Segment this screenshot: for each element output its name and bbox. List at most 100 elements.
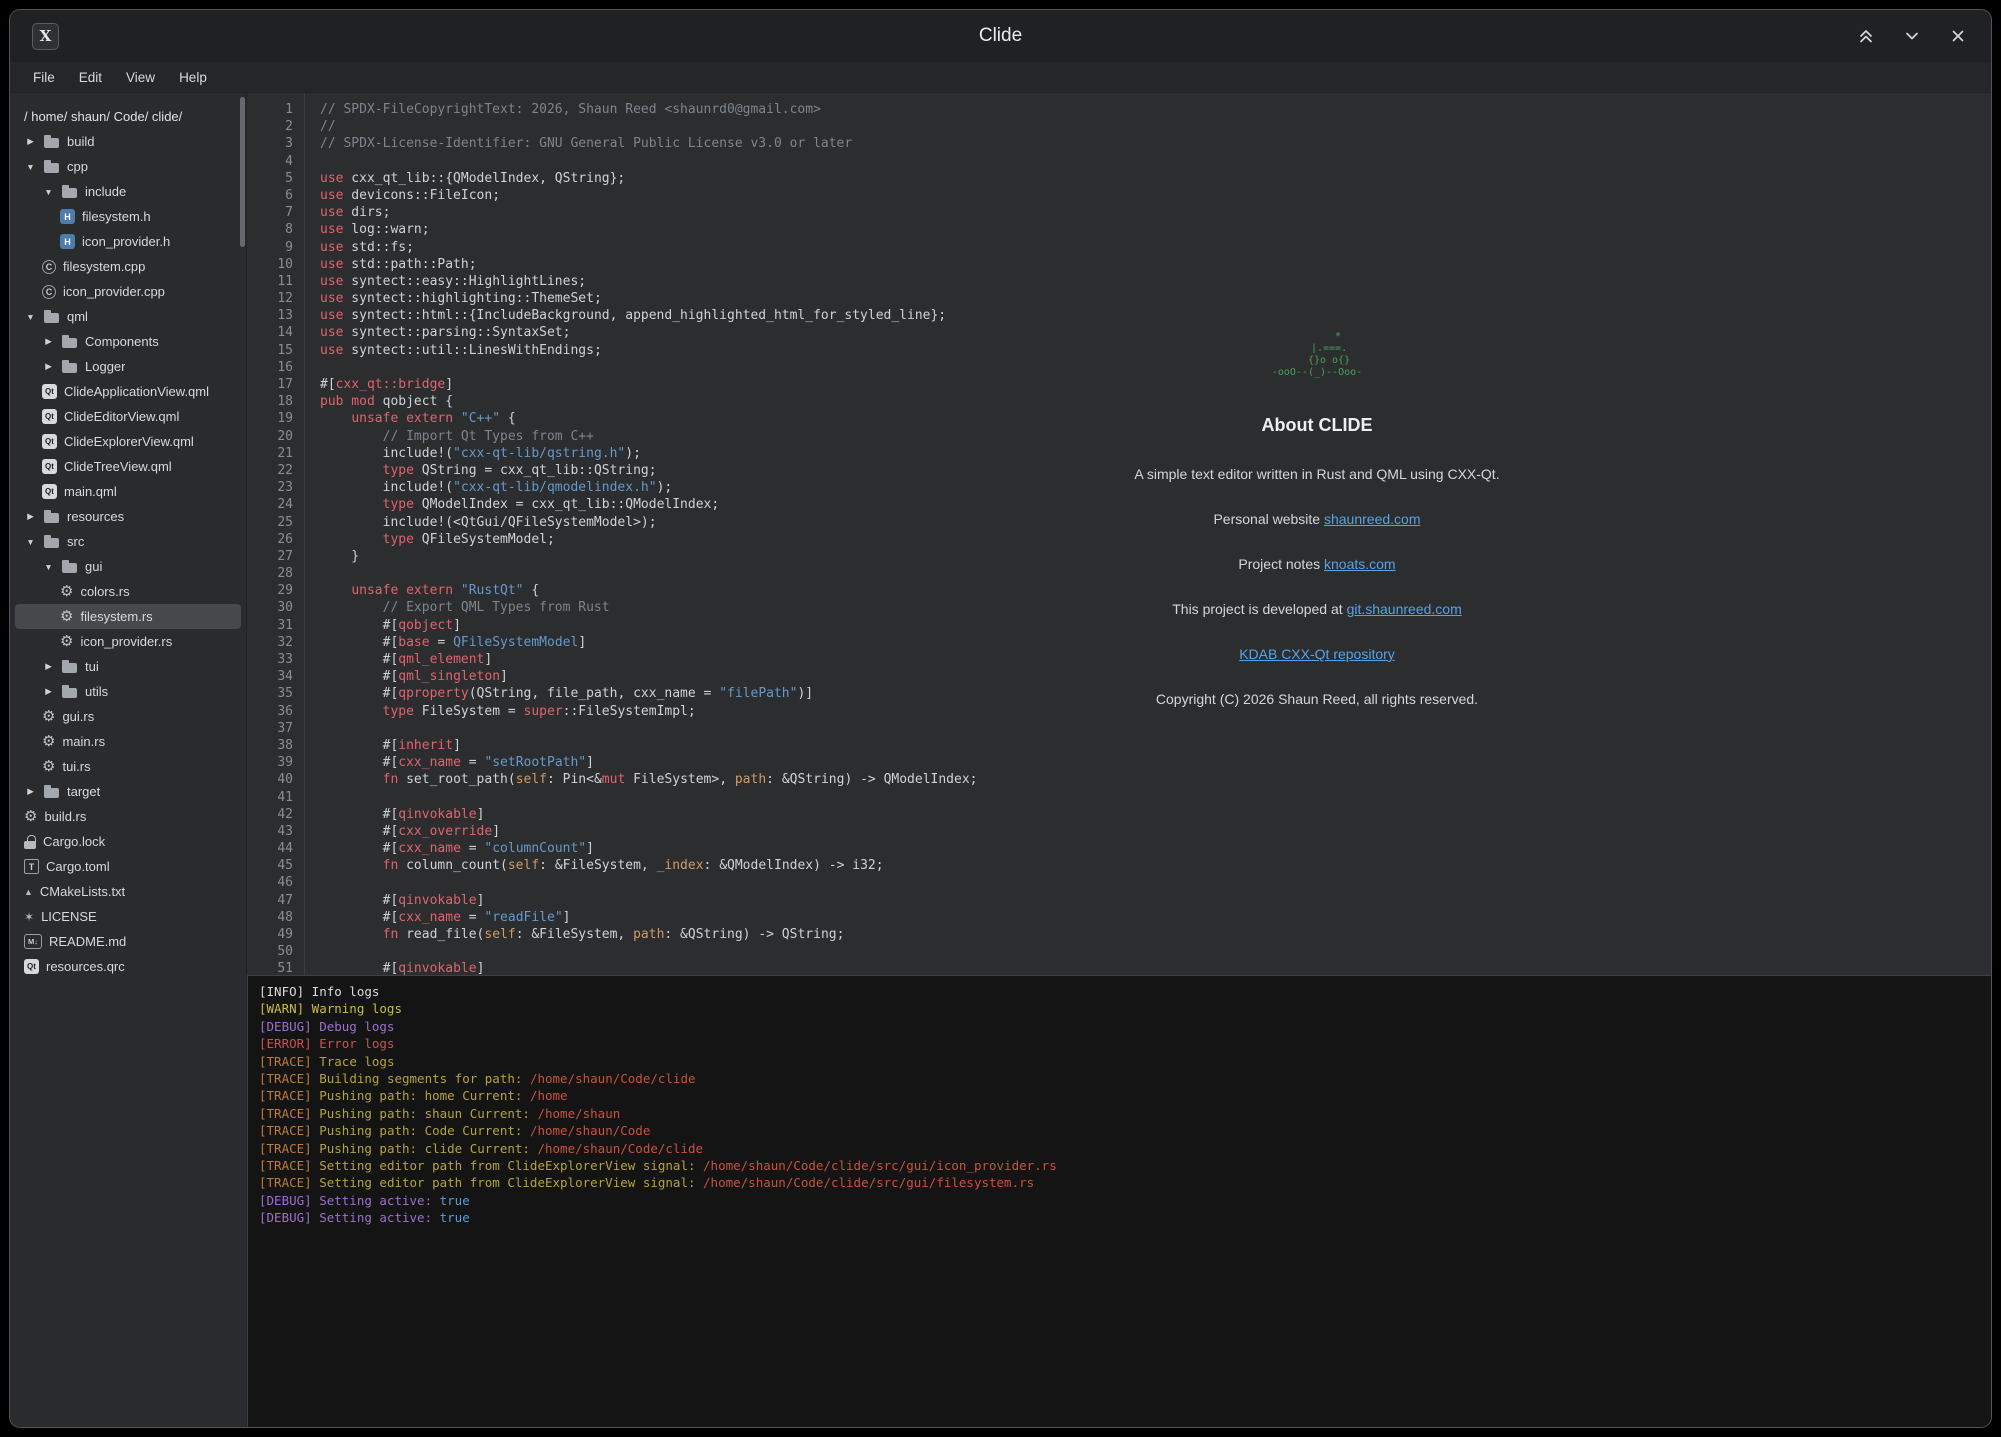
- tree-item-clideapplicationview-qml[interactable]: QtClideApplicationView.qml: [15, 379, 241, 404]
- tree-item-label: LICENSE: [41, 909, 97, 924]
- shade-button[interactable]: [1855, 25, 1877, 47]
- log-line: [TRACE] Pushing path: clide Current: /ho…: [259, 1140, 1980, 1157]
- qt-file-icon: Qt: [42, 384, 57, 399]
- tree-item-build[interactable]: ▶build: [15, 129, 241, 154]
- chevron-down-icon[interactable]: ▼: [24, 162, 37, 172]
- chevron-right-icon[interactable]: ▶: [24, 786, 37, 797]
- tree-item-license[interactable]: ✶LICENSE: [15, 904, 241, 929]
- tree-item-clideexplorerview-qml[interactable]: QtClideExplorerView.qml: [15, 429, 241, 454]
- code-line: fn read_file(self: &FileSystem, path: &Q…: [320, 926, 1991, 943]
- line-number: 5: [247, 170, 293, 187]
- chevron-right-icon[interactable]: ▶: [42, 686, 55, 697]
- folder-icon: [44, 135, 60, 148]
- line-number: 28: [247, 565, 293, 582]
- folder-icon: [62, 185, 78, 198]
- tree-item-target[interactable]: ▶target: [15, 779, 241, 804]
- code-line: #[qinvokable]: [320, 806, 1991, 823]
- chevron-down-icon[interactable]: ▼: [42, 562, 55, 572]
- tree-item-clidetreeview-qml[interactable]: QtClideTreeView.qml: [15, 454, 241, 479]
- tree-item-gui-rs[interactable]: ⚙gui.rs: [15, 704, 241, 729]
- tree-item-label: Logger: [85, 359, 125, 374]
- qt-file-icon: Qt: [24, 959, 39, 974]
- tree-item-cmakelists-txt[interactable]: ▲CMakeLists.txt: [15, 879, 241, 904]
- tree-item-tui[interactable]: ▶tui: [15, 654, 241, 679]
- tree-root-path[interactable]: / home/ shaun/ Code/ clide/: [10, 103, 246, 129]
- about-line: This project is developed at git.shaunre…: [1156, 601, 1478, 617]
- menu-edit[interactable]: Edit: [68, 66, 113, 89]
- line-number: 46: [247, 874, 293, 891]
- tree-item-cpp[interactable]: ▼cpp: [15, 154, 241, 179]
- line-number: 3: [247, 135, 293, 152]
- chevron-down-icon[interactable]: ▼: [42, 187, 55, 197]
- tree-item-colors-rs[interactable]: ⚙colors.rs: [15, 579, 241, 604]
- tree-item-icon-provider-cpp[interactable]: Cicon_provider.cpp: [15, 279, 241, 304]
- tree-item-label: Components: [85, 334, 159, 349]
- tree-item-main-rs[interactable]: ⚙main.rs: [15, 729, 241, 754]
- file-explorer-panel: / home/ shaun/ Code/ clide/ ▶build▼cpp▼i…: [10, 93, 247, 1427]
- tree-item-filesystem-rs[interactable]: ⚙filesystem.rs: [15, 604, 241, 629]
- chevron-right-icon[interactable]: ▶: [42, 661, 55, 672]
- tree-item-build-rs[interactable]: ⚙build.rs: [15, 804, 241, 829]
- chevron-right-icon[interactable]: ▶: [24, 136, 37, 147]
- qt-file-icon: Qt: [42, 434, 57, 449]
- tree-item-readme-md[interactable]: M↓README.md: [15, 929, 241, 954]
- code-line: #[cxx_name = "columnCount"]: [320, 840, 1991, 857]
- app-icon: X: [32, 23, 59, 50]
- tree-item-resources-qrc[interactable]: Qtresources.qrc: [15, 954, 241, 979]
- tree-item-gui[interactable]: ▼ gui: [15, 554, 241, 579]
- tree-item-components[interactable]: ▶ Components: [15, 329, 241, 354]
- line-number: 16: [247, 359, 293, 376]
- external-link[interactable]: shaunreed.com: [1324, 511, 1421, 527]
- code-line: use std::path::Path;: [320, 256, 1991, 273]
- about-line: Personal website shaunreed.com: [1156, 511, 1478, 527]
- line-number-gutter: 1234567891011121314151617181920212223242…: [247, 93, 293, 975]
- menu-help[interactable]: Help: [168, 66, 218, 89]
- about-links: Personal website shaunreed.comProject no…: [1156, 511, 1478, 736]
- line-number: 47: [247, 892, 293, 909]
- close-button[interactable]: [1947, 25, 1969, 47]
- line-number: 14: [247, 324, 293, 341]
- line-number: 9: [247, 239, 293, 256]
- tree-item-cargo-lock[interactable]: Cargo.lock: [15, 829, 241, 854]
- tree-item-cargo-toml[interactable]: TCargo.toml: [15, 854, 241, 879]
- external-link[interactable]: KDAB CXX-Qt repository: [1239, 646, 1395, 662]
- tree-item-label: gui: [85, 559, 102, 574]
- tree-item-icon-provider-rs[interactable]: ⚙icon_provider.rs: [15, 629, 241, 654]
- tree-item-main-qml[interactable]: Qtmain.qml: [15, 479, 241, 504]
- tree-item-label: icon_provider.h: [82, 234, 170, 249]
- tree-scrollbar[interactable]: [240, 97, 245, 247]
- menu-file[interactable]: File: [22, 66, 66, 89]
- titlebar[interactable]: X Clide: [10, 10, 1991, 62]
- tree-item-filesystem-h[interactable]: Hfilesystem.h: [15, 204, 241, 229]
- menu-view[interactable]: View: [115, 66, 166, 89]
- chevron-right-icon[interactable]: ▶: [42, 361, 55, 372]
- unshade-button[interactable]: [1901, 25, 1923, 47]
- tree-item-qml[interactable]: ▼qml: [15, 304, 241, 329]
- chevron-down-icon: [1904, 28, 1920, 44]
- tree-item-utils[interactable]: ▶utils: [15, 679, 241, 704]
- chevron-down-icon[interactable]: ▼: [24, 537, 37, 547]
- chevron-down-icon[interactable]: ▼: [24, 312, 37, 322]
- tree-item-tui-rs[interactable]: ⚙tui.rs: [15, 754, 241, 779]
- tree-item-clideeditorview-qml[interactable]: QtClideEditorView.qml: [15, 404, 241, 429]
- tree-item-include[interactable]: ▼include: [15, 179, 241, 204]
- code-line: use syntect::highlighting::ThemeSet;: [320, 290, 1991, 307]
- line-number: 38: [247, 737, 293, 754]
- chevron-right-icon[interactable]: ▶: [24, 511, 37, 522]
- tree-item-filesystem-cpp[interactable]: Cfilesystem.cpp: [15, 254, 241, 279]
- rust-file-icon: ⚙: [42, 709, 55, 724]
- line-number: 26: [247, 531, 293, 548]
- log-line: [DEBUG] Setting active: true: [259, 1209, 1980, 1226]
- line-number: 31: [247, 617, 293, 634]
- tree-item-resources[interactable]: ▶resources: [15, 504, 241, 529]
- external-link[interactable]: knoats.com: [1324, 556, 1396, 572]
- tree-item-icon-provider-h[interactable]: Hicon_provider.h: [15, 229, 241, 254]
- log-panel[interactable]: [INFO] Info logs[WARN] Warning logs[DEBU…: [247, 975, 1991, 1427]
- chevron-right-icon[interactable]: ▶: [42, 336, 55, 347]
- code-line: use dirs;: [320, 204, 1991, 221]
- app-window: X Clide Fil: [9, 9, 1992, 1428]
- tree-item-logger[interactable]: ▶ Logger: [15, 354, 241, 379]
- tree-item-src[interactable]: ▼src: [15, 529, 241, 554]
- line-number: 41: [247, 789, 293, 806]
- external-link[interactable]: git.shaunreed.com: [1347, 601, 1462, 617]
